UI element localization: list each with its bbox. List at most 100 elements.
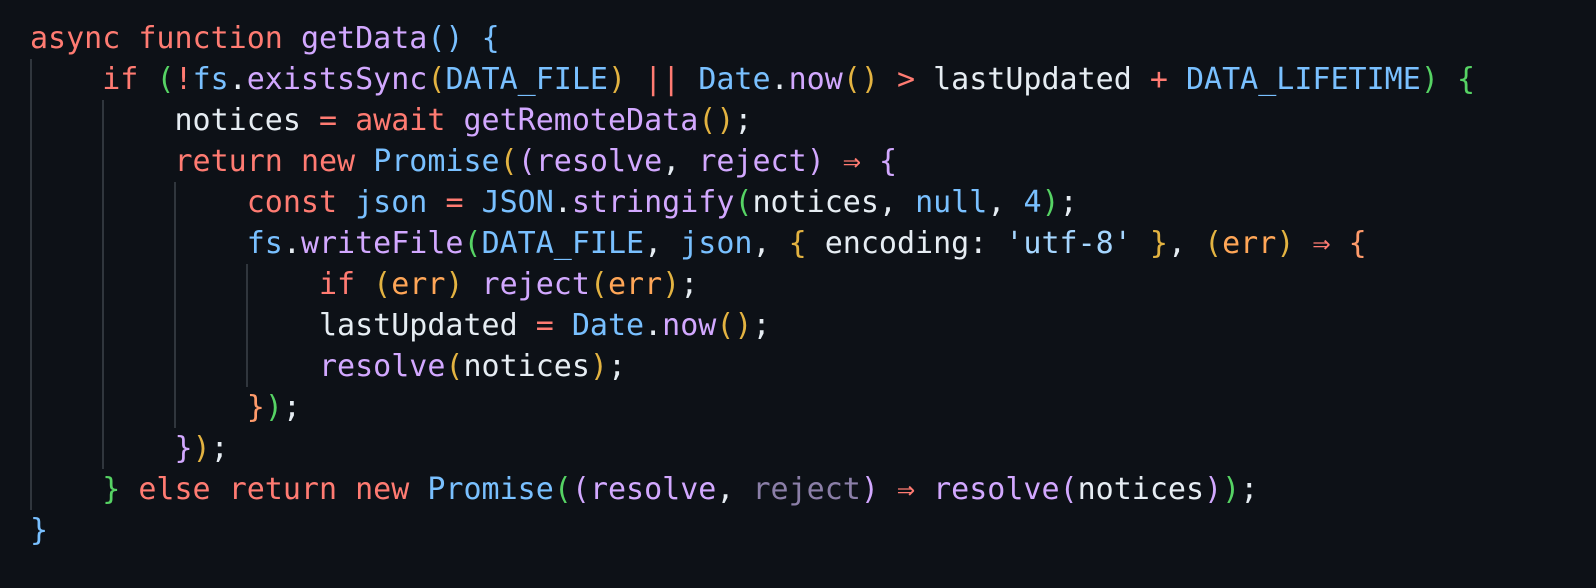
code-line: } else return new Promise((resolve, reje… — [30, 469, 1596, 510]
code-token: ( — [156, 62, 175, 97]
code-block: async function getData() { if (!fs.exist… — [30, 18, 1596, 551]
code-token: Promise — [427, 472, 554, 507]
code-token: err — [607, 267, 663, 302]
code-token: { — [1456, 62, 1475, 97]
code-token: ) — [264, 390, 283, 425]
code-token: ; — [210, 431, 229, 466]
code-token: ) — [1276, 226, 1295, 261]
code-token: ; — [1059, 185, 1078, 220]
code-token: ( — [571, 472, 590, 507]
code-token: || — [644, 62, 681, 97]
code-token: notices, — [752, 185, 916, 220]
code-token: existsSync — [246, 62, 428, 97]
code-token: DATA_FILE — [445, 62, 608, 97]
code-token: ( — [445, 349, 464, 384]
code-line: }); — [30, 387, 1596, 428]
code-token: new — [355, 472, 410, 507]
code-token: } — [1149, 226, 1168, 261]
code-line: return new Promise((resolve, reject) ⇒ { — [30, 141, 1596, 182]
code-editor[interactable]: async function getData() { if (!fs.exist… — [0, 0, 1596, 588]
code-token: resolve — [933, 472, 1060, 507]
code-token: if — [318, 267, 356, 302]
code-token: ( — [1204, 226, 1223, 261]
code-token: , — [662, 144, 699, 179]
code-token: . — [282, 226, 301, 261]
code-token: reject — [752, 472, 861, 507]
code-line: if (!fs.existsSync(DATA_FILE) || Date.no… — [30, 59, 1596, 100]
code-token: notices — [1077, 472, 1205, 507]
code-token: resolve — [535, 144, 663, 179]
code-token: encoding: — [806, 226, 1006, 261]
code-token: . — [553, 185, 572, 220]
code-token: resolve — [589, 472, 717, 507]
code-token: lastUpdated — [915, 62, 1150, 97]
code-token: , — [752, 226, 789, 261]
code-token: + — [1149, 62, 1168, 97]
code-token: getData — [300, 21, 428, 56]
code-token: ( — [427, 62, 446, 97]
code-token: else — [138, 472, 211, 507]
code-token: ( — [589, 267, 608, 302]
code-token: notices — [463, 349, 590, 384]
code-token: reject — [481, 267, 590, 302]
code-token: ! — [174, 62, 193, 97]
code-token: lastUpdated — [30, 308, 536, 343]
code-token: JSON — [481, 185, 554, 220]
code-token: } — [102, 472, 121, 507]
code-token: ( — [499, 144, 518, 179]
code-token: if — [102, 62, 139, 97]
code-line: }); — [30, 428, 1596, 469]
code-token: ) — [1204, 472, 1223, 507]
code-token: ) — [860, 472, 879, 507]
code-token: } — [174, 431, 193, 466]
code-token: getRemoteData — [463, 103, 699, 138]
code-token: async — [30, 21, 121, 56]
code-token: { — [1348, 226, 1367, 261]
code-token: new — [300, 144, 356, 179]
code-token: Promise — [373, 144, 500, 179]
code-token: , — [716, 472, 753, 507]
code-token: ; — [1240, 472, 1259, 507]
code-token: > — [897, 62, 916, 97]
code-token: ) — [662, 267, 681, 302]
code-token: err — [1222, 226, 1277, 261]
code-token: () — [716, 308, 753, 343]
code-token: = — [445, 185, 464, 220]
code-token: ; — [680, 267, 699, 302]
code-token: } — [246, 390, 265, 425]
code-token: ⇒ — [897, 472, 916, 507]
code-token: () — [698, 103, 735, 138]
code-token: ) — [589, 349, 608, 384]
code-token: ) — [608, 62, 627, 97]
code-token: Date — [571, 308, 645, 343]
code-line: resolve(notices); — [30, 346, 1596, 387]
code-token: err — [391, 267, 446, 302]
code-token: } — [30, 513, 49, 548]
code-token: ( — [517, 144, 536, 179]
code-token: DATA_LIFETIME — [1186, 62, 1421, 97]
code-token: ⇒ — [1312, 226, 1331, 261]
code-token: = — [535, 308, 554, 343]
